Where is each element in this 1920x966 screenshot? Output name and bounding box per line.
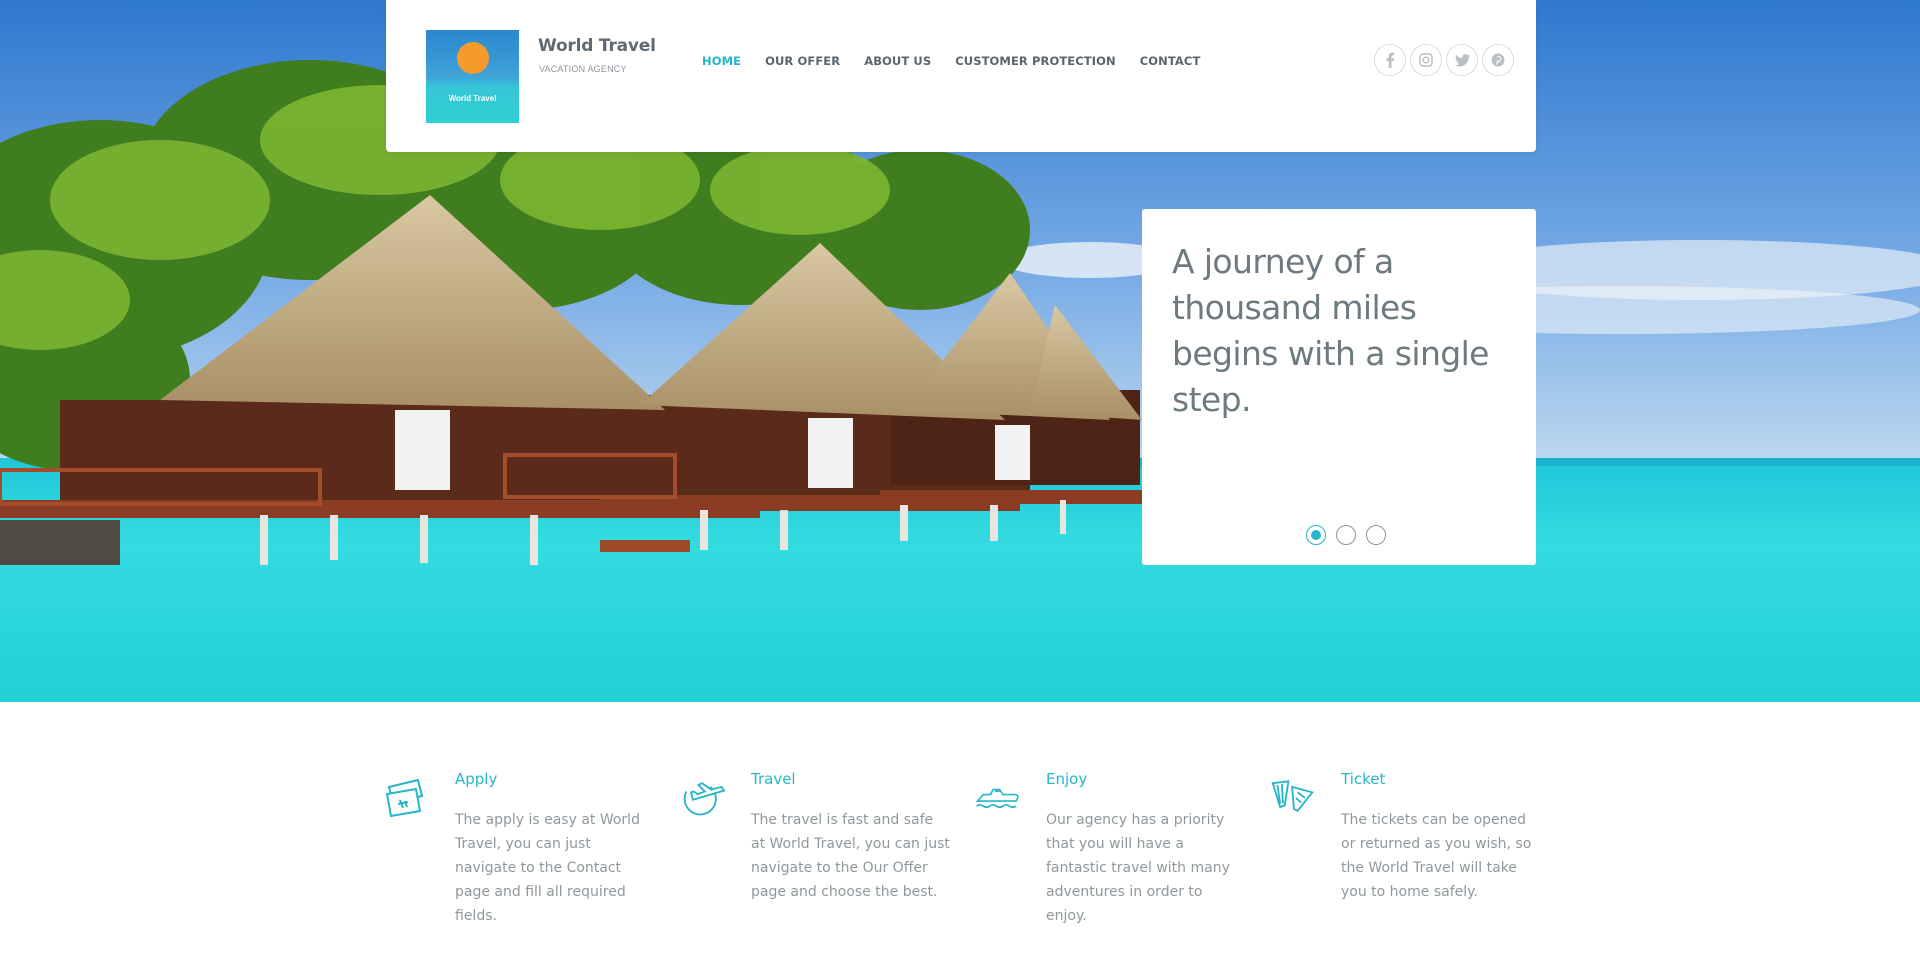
nav-about-us[interactable]: ABOUT US [864, 54, 931, 68]
brand-name[interactable]: World Travel [538, 36, 656, 56]
logo[interactable]: World Travel [426, 30, 519, 123]
nav-contact[interactable]: CONTACT [1140, 54, 1201, 68]
social-links [1374, 44, 1514, 76]
slider-dots [1306, 525, 1386, 545]
slider-dot-1[interactable] [1306, 525, 1326, 545]
sun-icon [457, 42, 489, 74]
nav-customer-protection[interactable]: CUSTOMER PROTECTION [955, 54, 1115, 68]
features-section: Apply The apply is easy at World Travel,… [384, 770, 1544, 930]
boat-icon [975, 788, 1019, 809]
logo-text: World Travel [448, 94, 497, 103]
feature-title[interactable]: Apply [455, 770, 497, 788]
nav-home[interactable]: HOME [702, 54, 741, 68]
feature-text: The travel is fast and safe at World Tra… [751, 812, 950, 900]
feature-title[interactable]: Enjoy [1046, 770, 1087, 788]
slider-dot-2[interactable] [1336, 525, 1356, 545]
brand-tagline: VACATION AGENCY [539, 64, 627, 74]
facebook-icon[interactable] [1374, 44, 1406, 76]
flippers-icon [1271, 780, 1314, 812]
hero-quote: A journey of a thousand miles begins wit… [1172, 242, 1489, 419]
plane-icon [683, 782, 726, 816]
feature-title[interactable]: Ticket [1341, 770, 1385, 788]
feature-text: The tickets can be opened or returned as… [1341, 812, 1532, 900]
ticket-icon [385, 778, 424, 818]
feature-text: The apply is easy at World Travel, you c… [455, 812, 640, 924]
nav-our-offer[interactable]: OUR OFFER [765, 54, 840, 68]
feature-text: Our agency has a priority that you will … [1046, 812, 1230, 924]
twitter-icon[interactable] [1446, 44, 1478, 76]
slider-dot-3[interactable] [1366, 525, 1386, 545]
site-header: World Travel World Travel VACATION AGENC… [386, 0, 1536, 152]
main-nav: HOME OUR OFFER ABOUT US CUSTOMER PROTECT… [702, 54, 1224, 68]
hero-quote-card: A journey of a thousand miles begins wit… [1142, 209, 1536, 565]
pinterest-icon[interactable] [1482, 44, 1514, 76]
feature-title[interactable]: Travel [751, 770, 796, 788]
instagram-icon[interactable] [1410, 44, 1442, 76]
